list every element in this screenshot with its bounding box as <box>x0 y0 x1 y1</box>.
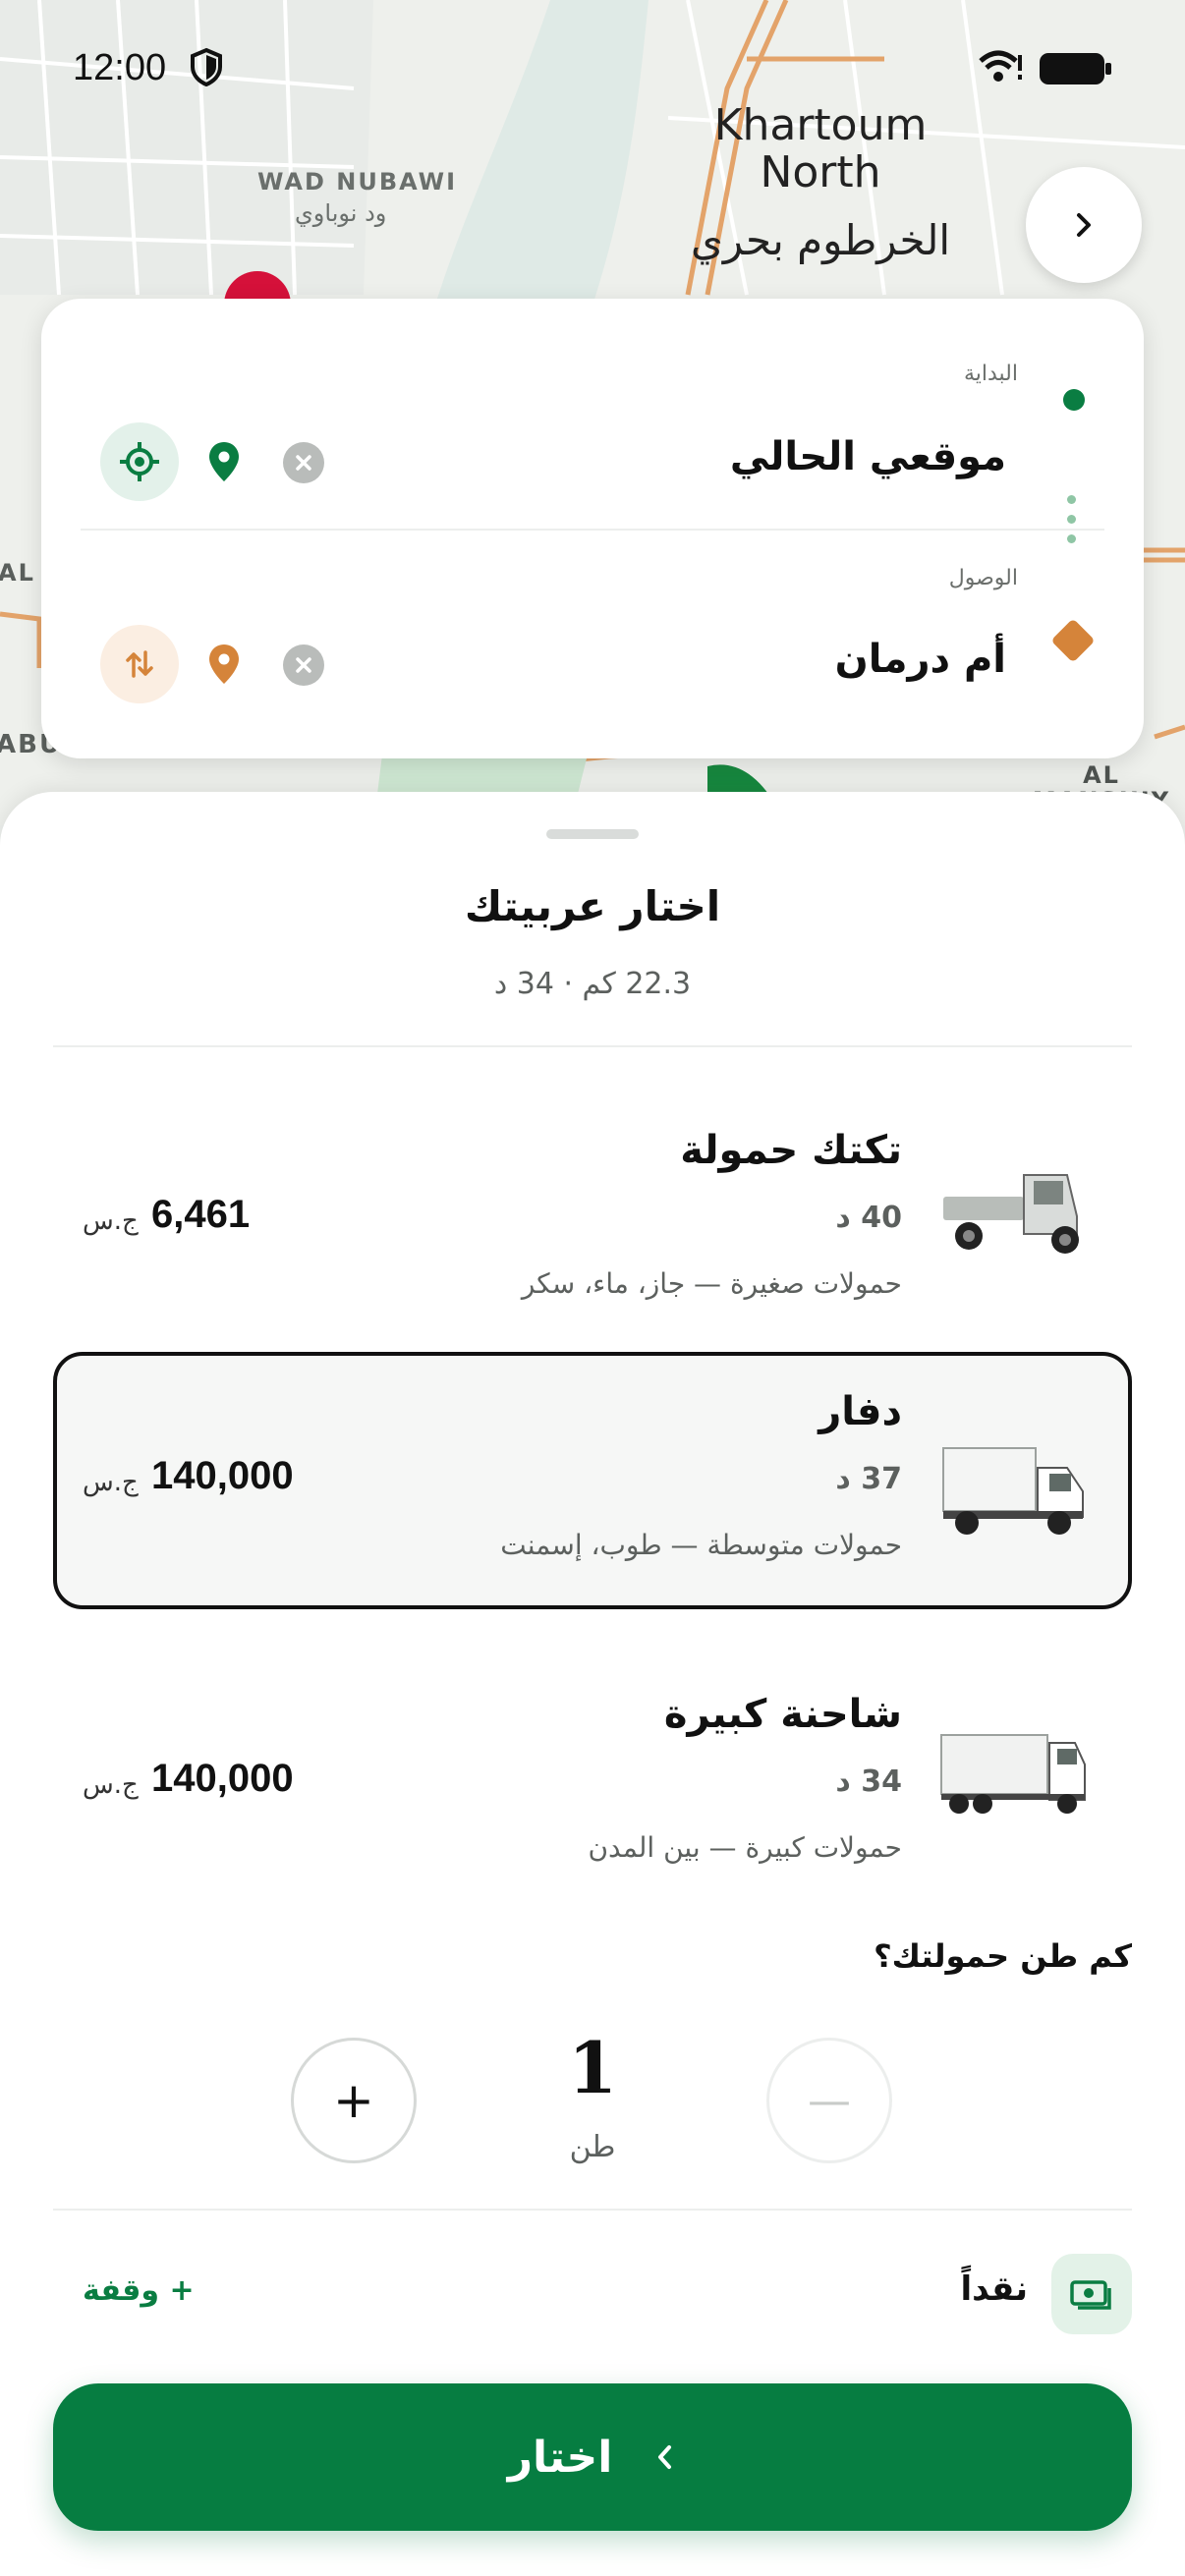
tuktuk-vehicle-icon <box>943 1174 1079 1254</box>
route-divider <box>81 529 1104 531</box>
destination-pin-icon[interactable] <box>206 643 242 686</box>
vehicle-currency: ج.س <box>83 1206 139 1236</box>
increase-tonnage-button[interactable]: + <box>291 2038 417 2163</box>
vehicle-option-big-truck[interactable]: شاحنة كبيرة 34 د حمولات كبيرة — بين المد… <box>53 1641 1132 1898</box>
clear-destination-button[interactable] <box>283 644 324 686</box>
vehicle-eta: 34 د <box>835 1764 902 1799</box>
vehicle-currency: ج.س <box>83 1770 139 1800</box>
vehicle-description: حمولات متوسطة — طوب، إسمنت <box>500 1529 902 1561</box>
tonnage-value: 1 <box>567 2026 618 2109</box>
vehicle-selection-sheet: اختار عربيتك 22.3 كم · 34 د تكتك حمولة 4… <box>0 792 1185 2576</box>
shield-icon <box>191 47 222 86</box>
sheet-divider <box>53 2209 1132 2211</box>
wifi-icon <box>979 50 1022 82</box>
choose-button-label: اختار <box>507 2432 613 2483</box>
swap-route-button[interactable] <box>100 625 179 703</box>
map-label-al: AL <box>0 559 35 587</box>
origin-pin-icon[interactable] <box>206 440 242 483</box>
map-label-khartoum-north-ar: الخرطوم بحري <box>690 216 951 264</box>
sheet-title: اختار عربيتك <box>464 882 721 930</box>
close-icon <box>296 455 311 471</box>
payment-method-label[interactable]: نقداً <box>960 2269 1028 2309</box>
vehicle-option-tuktuk[interactable]: تكتك حمولة 40 د حمولات صغيرة — جاز، ماء،… <box>53 1077 1132 1334</box>
tonnage-unit: طن <box>569 2130 616 2164</box>
locate-me-button[interactable] <box>100 422 179 501</box>
route-card: البداية موقعي الحالي الوصول أم درمان <box>41 299 1144 758</box>
vehicle-description: حمولات صغيرة — جاز، ماء، سكر <box>521 1267 902 1300</box>
destination-diamond-icon <box>1050 618 1096 663</box>
crosshair-icon <box>120 442 159 481</box>
cash-icon <box>1070 2280 1111 2310</box>
vehicle-name: شاحنة كبيرة <box>663 1692 902 1737</box>
vehicle-eta: 37 د <box>835 1462 902 1496</box>
vehicle-name: دفار <box>818 1389 902 1434</box>
minus-icon: — <box>808 2075 851 2126</box>
vehicle-price: 140,000 <box>151 1757 294 1800</box>
map-label-khartoum-north: Khartoum North <box>713 100 928 198</box>
destination-label: الوصول <box>948 566 1018 590</box>
close-icon <box>296 657 311 673</box>
map-forward-button[interactable] <box>1026 167 1142 283</box>
plus-icon: + <box>333 2072 374 2129</box>
vehicle-option-dafar[interactable]: دفار 37 د حمولات متوسطة — طوب، إسمنت 140… <box>53 1352 1132 1609</box>
vehicle-name: تكتك حمولة <box>680 1128 902 1173</box>
vehicle-currency: ج.س <box>83 1468 139 1497</box>
swap-vertical-icon <box>126 650 153 678</box>
vehicle-eta: 40 د <box>835 1201 902 1235</box>
route-connector <box>1067 495 1077 554</box>
origin-input[interactable]: موقعي الحالي <box>730 434 1006 479</box>
map-label-wad-nubawi-ar: ود نوباوي <box>295 199 387 227</box>
origin-dot-icon <box>1063 389 1085 411</box>
big-truck-icon <box>940 1734 1086 1814</box>
choose-vehicle-button[interactable]: اختار <box>53 2383 1132 2531</box>
sheet-divider <box>53 1045 1132 1047</box>
destination-input[interactable]: أم درمان <box>835 637 1006 682</box>
map-label-wad-nubawi: WAD NUBAWI <box>257 168 458 196</box>
clear-origin-button[interactable] <box>283 442 324 483</box>
origin-label: البداية <box>963 362 1018 386</box>
vehicle-price: 140,000 <box>151 1454 294 1497</box>
chevron-left-icon <box>658 2445 672 2469</box>
tonnage-question: كم طن حمولتك؟ <box>874 1937 1132 1975</box>
payment-method-button[interactable] <box>1051 2254 1132 2334</box>
sheet-drag-handle[interactable] <box>546 829 639 839</box>
battery-icon <box>1040 53 1111 84</box>
status-time: 12:00 <box>73 47 167 88</box>
dafar-truck-icon <box>942 1447 1084 1535</box>
add-stop-button[interactable]: + وقفة <box>83 2273 195 2308</box>
chevron-right-icon <box>1077 213 1091 237</box>
decrease-tonnage-button[interactable]: — <box>766 2038 892 2163</box>
vehicle-price: 6,461 <box>151 1193 251 1236</box>
trip-summary: 22.3 كم · 34 د <box>493 967 692 1001</box>
vehicle-description: حمولات كبيرة — بين المدن <box>588 1831 902 1864</box>
